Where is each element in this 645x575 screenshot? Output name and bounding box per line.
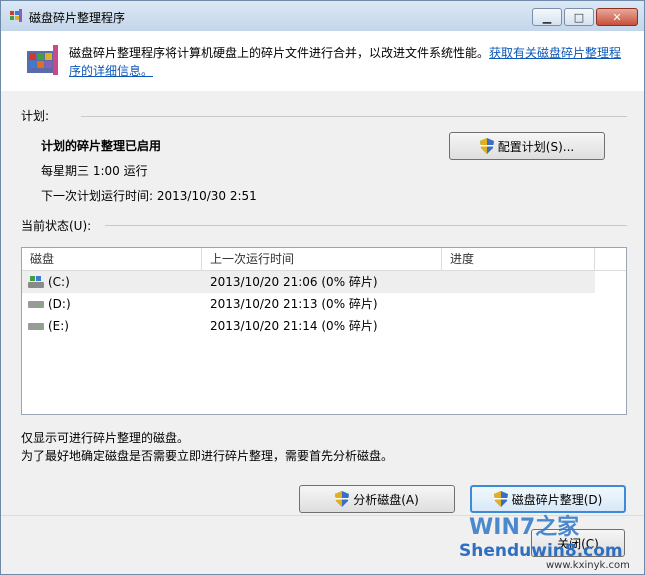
- current-status-label: 当前状态(U):: [21, 219, 92, 233]
- maximize-button[interactable]: □: [564, 8, 594, 26]
- schedule-next-run: 下一次计划运行时间: 2013/10/30 2:51: [41, 189, 257, 203]
- maximize-icon: □: [573, 10, 585, 24]
- disk-name: (D:): [48, 297, 71, 311]
- hard-drive-icon: [28, 323, 44, 330]
- disk-last-run: 2013/10/20 21:14 (0% 碎片): [210, 319, 378, 333]
- disk-list[interactable]: 磁盘 上一次运行时间 进度 (C:) 2013/10/20 21:06 (0% …: [21, 247, 627, 415]
- hard-drive-icon: [28, 301, 44, 308]
- disk-last-run: 2013/10/20 21:13 (0% 碎片): [210, 297, 378, 311]
- schedule-frequency: 每星期三 1:00 运行: [41, 164, 148, 178]
- analyze-disk-label: 分析磁盘(A): [353, 492, 419, 507]
- title-bar[interactable]: 磁盘碎片整理程序 ▁ □ ✕: [1, 1, 644, 31]
- disk-list-header: 磁盘 上一次运行时间 进度: [22, 248, 626, 271]
- status-separator: [105, 225, 627, 226]
- defrag-window: 磁盘碎片整理程序 ▁ □ ✕ 磁盘碎片整理程序将计算机硬盘上的碎片文件进行合并，…: [0, 0, 645, 575]
- column-header-progress[interactable]: 进度: [442, 248, 595, 270]
- window-title: 磁盘碎片整理程序: [29, 11, 126, 25]
- disk-row[interactable]: (E:) 2013/10/20 21:14 (0% 碎片): [22, 315, 595, 337]
- window-controls: ▁ □ ✕: [530, 8, 638, 26]
- defrag-icon: [27, 45, 58, 75]
- defrag-app-icon: [10, 9, 22, 22]
- close-icon: ✕: [612, 10, 622, 24]
- configure-schedule-label: 配置计划(S)...: [497, 139, 575, 154]
- info-description: 磁盘碎片整理程序将计算机硬盘上的碎片文件进行合并，以改进文件系统性能。获取有关磁…: [69, 44, 629, 80]
- note-analyze-first: 为了最好地确定磁盘是否需要立即进行碎片整理，需要首先分析磁盘。: [21, 449, 394, 463]
- disk-name: (C:): [48, 275, 70, 289]
- uac-shield-icon: [493, 491, 508, 507]
- watermark-kxinyk: www.kxinyk.com: [546, 560, 630, 571]
- analyze-disk-button[interactable]: 分析磁盘(A): [299, 485, 455, 513]
- disk-row[interactable]: (D:) 2013/10/20 21:13 (0% 碎片): [22, 293, 595, 315]
- uac-shield-icon: [335, 491, 350, 507]
- disk-row[interactable]: (C:) 2013/10/20 21:06 (0% 碎片): [22, 271, 595, 293]
- uac-shield-icon: [479, 138, 494, 154]
- info-text: 磁盘碎片整理程序将计算机硬盘上的碎片文件进行合并，以改进文件系统性能。: [69, 46, 490, 60]
- note-defraggable-disks: 仅显示可进行碎片整理的磁盘。: [21, 431, 190, 445]
- disk-name: (E:): [48, 319, 69, 333]
- schedule-status: 计划的碎片整理已启用: [41, 139, 162, 153]
- system-drive-icon: [28, 276, 44, 288]
- info-panel: 磁盘碎片整理程序将计算机硬盘上的碎片文件进行合并，以改进文件系统性能。获取有关磁…: [1, 31, 644, 91]
- minimize-icon: ▁: [542, 10, 552, 24]
- defragment-disk-label: 磁盘碎片整理(D): [511, 492, 603, 507]
- column-header-disk[interactable]: 磁盘: [22, 248, 202, 270]
- schedule-section-label: 计划:: [21, 109, 50, 123]
- disk-last-run: 2013/10/20 21:06 (0% 碎片): [210, 275, 378, 289]
- configure-schedule-button[interactable]: 配置计划(S)...: [449, 132, 605, 160]
- client-area: 磁盘碎片整理程序将计算机硬盘上的碎片文件进行合并，以改进文件系统性能。获取有关磁…: [1, 31, 644, 574]
- close-window-button[interactable]: ✕: [596, 8, 638, 26]
- watermark-win7: WIN7之家: [469, 515, 580, 540]
- minimize-button[interactable]: ▁: [532, 8, 562, 26]
- schedule-separator: [81, 116, 627, 117]
- watermark-shenduwin8: Shenduwin8.com: [459, 541, 623, 561]
- column-header-last-run[interactable]: 上一次运行时间: [202, 248, 442, 270]
